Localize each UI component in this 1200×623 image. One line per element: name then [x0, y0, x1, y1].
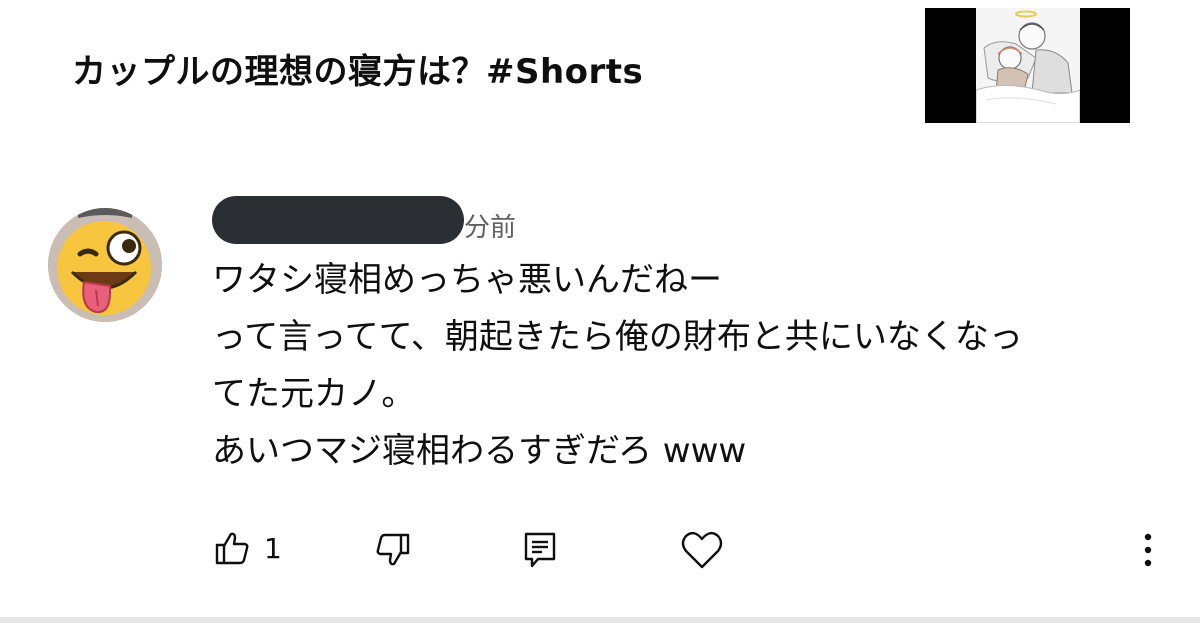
heart-icon	[681, 531, 723, 569]
reply-comment-icon	[524, 532, 556, 568]
comment-meta: 分前	[212, 196, 542, 244]
thumbs-up-icon	[215, 532, 249, 565]
more-options-button[interactable]	[1140, 531, 1156, 569]
divider	[0, 617, 1200, 623]
winking-tongue-emoji-icon	[48, 208, 162, 322]
video-thumbnail[interactable]	[925, 8, 1130, 123]
like-count: 1	[264, 531, 282, 565]
comment-body: ワタシ寝相めっちゃ悪いんだねー って言ってて、朝起きたら俺の財布と共にいなくなっ…	[212, 252, 1152, 480]
redacted-username	[212, 196, 464, 244]
comment-line: あいつマジ寝相わるすぎだろ www	[212, 431, 747, 471]
reply-button[interactable]	[523, 531, 557, 569]
avatar[interactable]	[48, 208, 162, 322]
comment-line: ワタシ寝相めっちゃ悪いんだねー	[212, 260, 722, 300]
like-button[interactable]: 1	[214, 530, 282, 566]
thumbnail-drawing	[975, 8, 1081, 123]
more-vertical-icon	[1144, 533, 1152, 567]
comment-actions: 1	[0, 520, 1200, 582]
video-title[interactable]: カップルの理想の寝方は？#Shorts	[72, 44, 643, 93]
heart-button[interactable]	[681, 530, 723, 570]
dislike-button[interactable]	[375, 532, 411, 568]
thumbnail-illustration	[975, 8, 1081, 123]
thumbs-down-icon	[376, 533, 410, 566]
comment-timestamp: 分前	[464, 213, 517, 243]
comment-line: てた元カノ。	[212, 374, 416, 414]
comment-line: って言ってて、朝起きたら俺の財布と共にいなくなっ	[212, 317, 1023, 357]
